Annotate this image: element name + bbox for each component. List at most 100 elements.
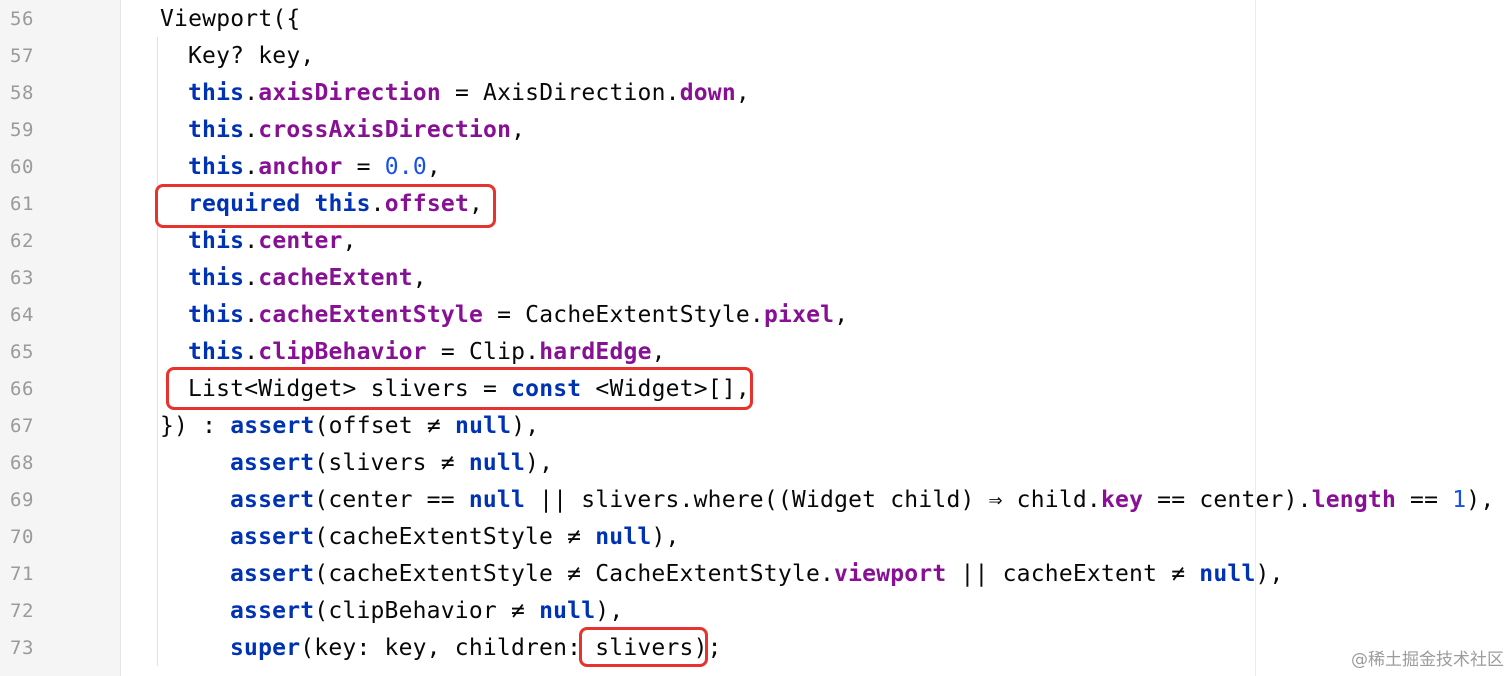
code-token: ), bbox=[651, 524, 680, 550]
highlight-box-required-offset bbox=[155, 184, 496, 228]
code-token: == center). bbox=[1143, 487, 1312, 513]
code-token: center bbox=[258, 228, 343, 254]
code-token: = AxisDirection. bbox=[440, 80, 680, 106]
code-line: Key? key, bbox=[188, 38, 314, 75]
code-token: , bbox=[511, 117, 526, 143]
code-token: assert bbox=[230, 524, 315, 550]
code-token: == bbox=[1396, 487, 1453, 513]
code-token: (slivers ≠ bbox=[314, 450, 469, 476]
code-token: assert bbox=[230, 561, 315, 587]
line-number: 59 bbox=[10, 119, 34, 141]
code-token: ), bbox=[525, 450, 554, 476]
code-token: ), bbox=[1466, 487, 1495, 513]
code-token: , bbox=[834, 302, 849, 328]
code-token: assert bbox=[230, 413, 315, 439]
code-token: ), bbox=[595, 598, 624, 624]
code-token: . bbox=[244, 80, 259, 106]
code-token: 1 bbox=[1452, 487, 1467, 513]
code-token: null bbox=[468, 450, 526, 476]
code-token: null bbox=[455, 413, 512, 439]
line-number-gutter: 56 57 58 59 60 61 62 63 64 65 66 67 68 69 70 71 72 73 bbox=[0, 0, 121, 676]
code-token: (offset ≠ bbox=[314, 413, 456, 439]
line-number: 57 bbox=[10, 45, 34, 67]
line-number: 58 bbox=[10, 82, 34, 104]
code-token: (center == bbox=[314, 487, 469, 513]
code-line: this.clipBehavior = Clip.hardEdge, bbox=[188, 334, 666, 371]
code-line: this.cacheExtent, bbox=[188, 260, 427, 297]
line-number: 73 bbox=[10, 637, 34, 659]
code-token: (cacheExtentStyle ≠ bbox=[314, 524, 596, 550]
code-token: assert bbox=[230, 450, 315, 476]
code-token: pixel bbox=[763, 302, 835, 328]
code-token: . bbox=[244, 117, 259, 143]
code-token: null bbox=[539, 598, 596, 624]
code-token: 0.0 bbox=[384, 154, 427, 180]
line-number: 62 bbox=[10, 230, 34, 252]
code-line: this.center, bbox=[188, 223, 357, 260]
watermark-text: @稀土掘金技术社区 bbox=[1351, 650, 1504, 670]
code-line: Viewport({ bbox=[160, 1, 300, 38]
code-token: this bbox=[188, 80, 245, 106]
code-token: || cacheExtent ≠ bbox=[946, 561, 1200, 587]
code-line: assert(cacheExtentStyle ≠ CacheExtentSty… bbox=[230, 556, 1284, 593]
code-token: this bbox=[188, 265, 245, 291]
code-token: Viewport({ bbox=[160, 6, 301, 32]
code-token: , bbox=[651, 339, 666, 365]
code-token: super bbox=[230, 635, 301, 661]
code-token: assert bbox=[230, 598, 315, 624]
code-token: (clipBehavior ≠ bbox=[314, 598, 540, 624]
code-token: cacheExtentStyle bbox=[258, 302, 484, 328]
line-number: 64 bbox=[10, 304, 34, 326]
code-token: anchor bbox=[258, 154, 343, 180]
code-token: clipBehavior bbox=[258, 339, 427, 365]
line-number: 70 bbox=[10, 526, 34, 548]
code-token: , bbox=[426, 154, 441, 180]
code-token: null bbox=[1199, 561, 1256, 587]
code-token: length bbox=[1311, 487, 1396, 513]
code-token: }) : bbox=[160, 413, 231, 439]
code-token: (cacheExtentStyle ≠ CacheExtentStyle. bbox=[314, 561, 835, 587]
line-number: 69 bbox=[10, 489, 34, 511]
code-token: . bbox=[244, 302, 259, 328]
line-number: 56 bbox=[10, 8, 34, 30]
line-number: 61 bbox=[10, 193, 34, 215]
code-line: this.anchor = 0.0, bbox=[188, 149, 441, 186]
line-number: 66 bbox=[10, 378, 34, 400]
code-token: . bbox=[244, 228, 259, 254]
code-token: null bbox=[595, 524, 652, 550]
code-token: ), bbox=[1255, 561, 1284, 587]
code-line: assert(clipBehavior ≠ null), bbox=[230, 593, 623, 630]
code-token: hardEdge bbox=[539, 339, 652, 365]
code-token: down bbox=[679, 80, 736, 106]
code-token: this bbox=[188, 228, 245, 254]
line-number: 63 bbox=[10, 267, 34, 289]
indent-guide-outer bbox=[157, 37, 158, 666]
line-number: 68 bbox=[10, 452, 34, 474]
code-token: assert bbox=[230, 487, 315, 513]
code-line: assert(center == null || slivers.where((… bbox=[230, 482, 1494, 519]
code-token: this bbox=[188, 339, 245, 365]
code-token: . bbox=[244, 265, 259, 291]
code-token: axisDirection bbox=[258, 80, 441, 106]
highlight-box-slivers-param bbox=[166, 367, 753, 410]
code-token: , bbox=[412, 265, 427, 291]
code-token: cacheExtent bbox=[258, 265, 413, 291]
code-token: = CacheExtentStyle. bbox=[483, 302, 764, 328]
line-number: 65 bbox=[10, 341, 34, 363]
line-number: 67 bbox=[10, 415, 34, 437]
code-token: = bbox=[342, 154, 385, 180]
highlight-box-children-slivers bbox=[579, 627, 708, 667]
line-number: 60 bbox=[10, 156, 34, 178]
code-token: viewport bbox=[834, 561, 947, 587]
code-token: this bbox=[188, 154, 245, 180]
code-line: }) : assert(offset ≠ null), bbox=[160, 408, 539, 445]
code-token: Key? key, bbox=[188, 43, 315, 69]
code-token: this bbox=[188, 302, 245, 328]
code-line: this.cacheExtentStyle = CacheExtentStyle… bbox=[188, 297, 848, 334]
code-token: ), bbox=[511, 413, 540, 439]
code-line: assert(slivers ≠ null), bbox=[230, 445, 553, 482]
code-token: this bbox=[188, 117, 245, 143]
code-token: . bbox=[244, 339, 259, 365]
code-token: null bbox=[468, 487, 526, 513]
code-line: this.axisDirection = AxisDirection.down, bbox=[188, 75, 750, 112]
